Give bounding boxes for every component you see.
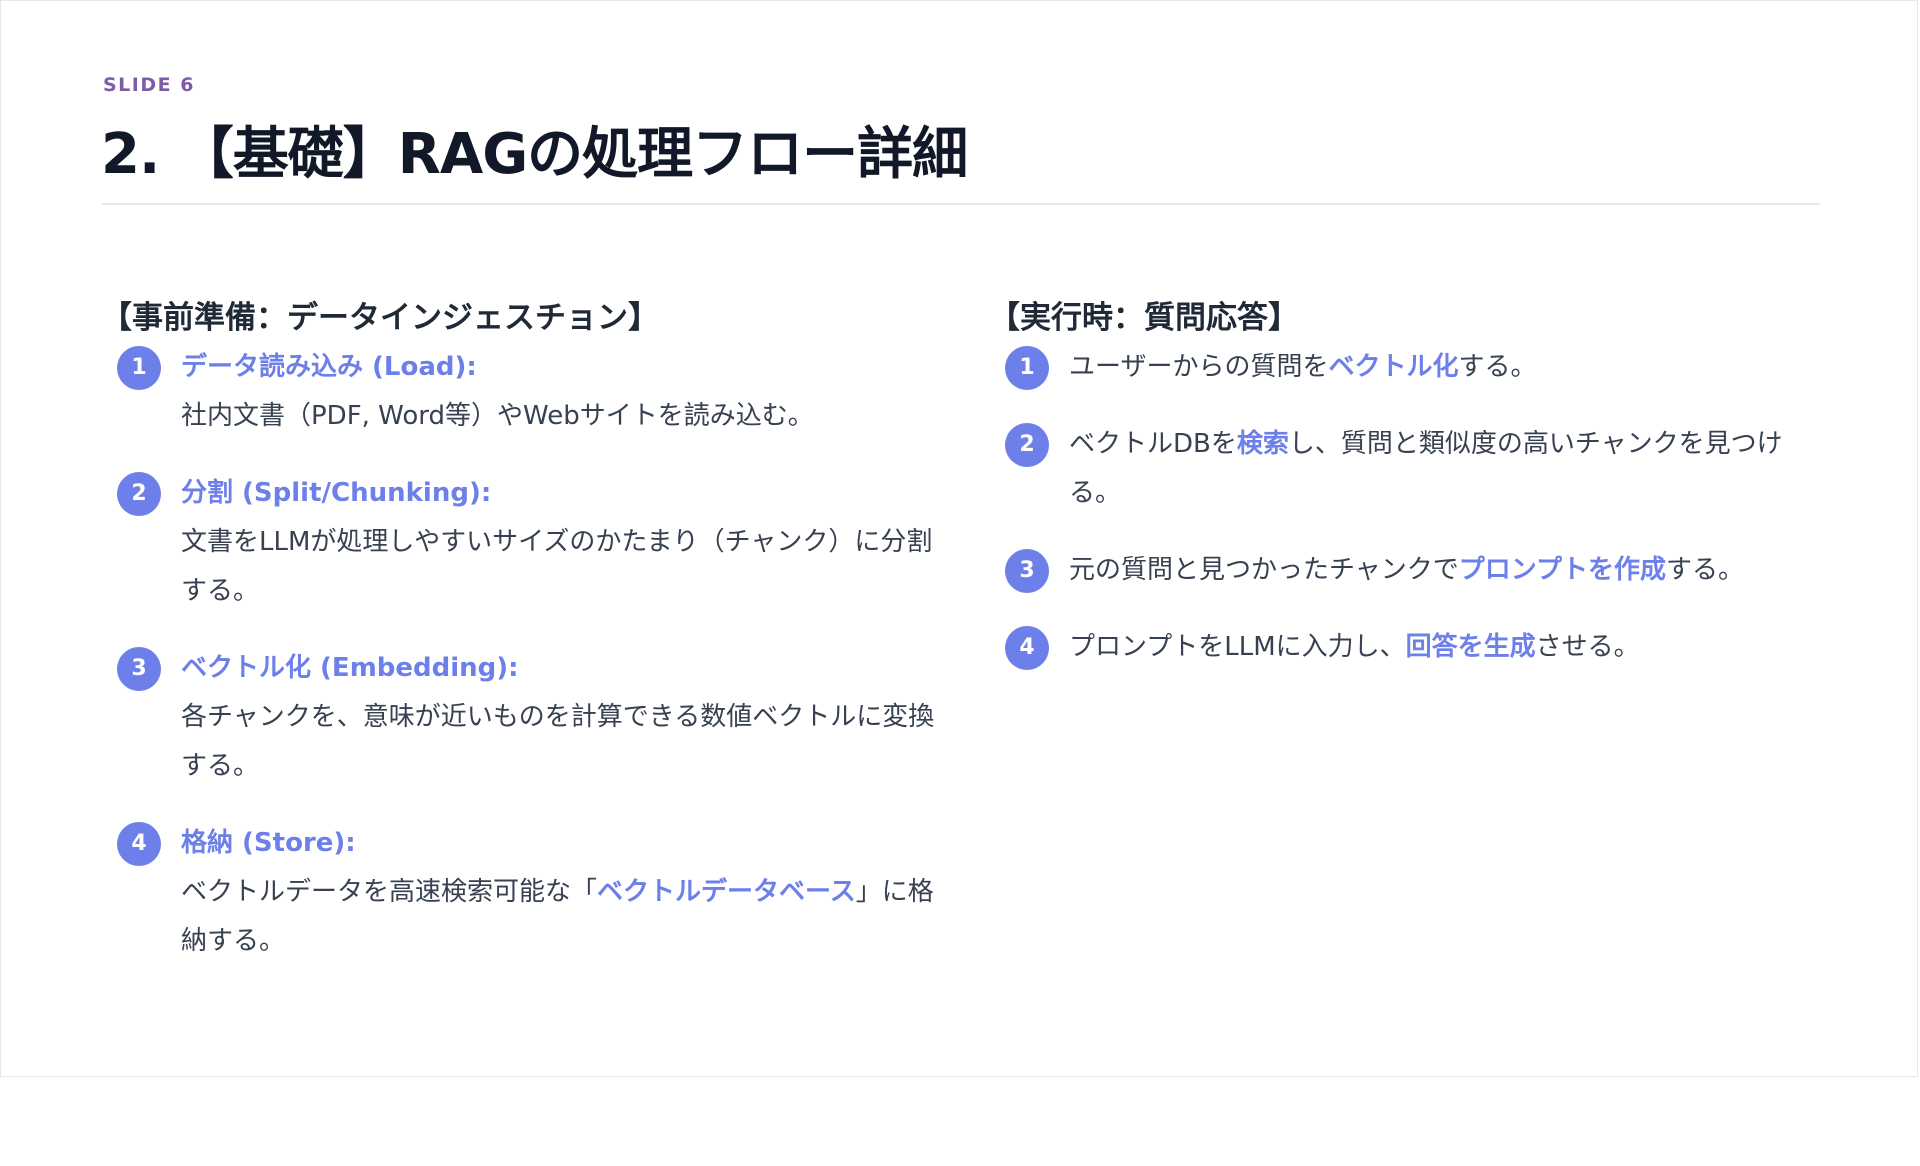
step-description: ベクトルデータを高速検索可能な「ベクトルデータベース」に格納する。 xyxy=(181,868,937,966)
step-number-badge: 4 xyxy=(117,822,161,866)
step-description: 各チャンクを、意味が近いものを計算できる数値ベクトルに変換する。 xyxy=(181,702,935,781)
step-text: プロンプトをLLMに入力し、 xyxy=(1069,632,1406,662)
step-text: ユーザーからの質問を xyxy=(1069,352,1329,382)
ingestion-step-3: 3 ベクトル化 (Embedding): 各チャンクを、意味が近いものを計算でき… xyxy=(107,644,937,791)
step-number-badge: 3 xyxy=(117,647,161,691)
qa-column: 【実行時：質問応答】 1 ユーザーからの質問をベクトル化する。 2 ベクトルDB… xyxy=(989,293,1825,700)
step-number-badge: 2 xyxy=(1005,423,1049,467)
step-number-badge: 1 xyxy=(117,346,161,390)
ingestion-step-2: 2 分割 (Split/Chunking): 文書をLLMが処理しやすいサイズの… xyxy=(107,469,937,616)
step-highlight: 検索 xyxy=(1236,429,1289,459)
step-number-badge: 2 xyxy=(117,472,161,516)
step-title: 分割 (Split/Chunking): xyxy=(181,478,492,508)
step-number-badge: 3 xyxy=(1005,549,1049,593)
slide: SLIDE 6 2. 【基礎】RAGの処理フロー詳細 【事前準備：データインジェ… xyxy=(0,0,1918,1077)
ingestion-step-1: 1 データ読み込み (Load): 社内文書（PDF, Word等）やWebサイ… xyxy=(107,343,937,441)
step-description-text: ベクトルデータを高速検索可能な「 xyxy=(181,877,598,907)
step-text: ベクトルDBを xyxy=(1069,429,1237,459)
step-text: する。 xyxy=(1665,555,1744,585)
step-description: プロンプトをLLMに入力し、回答を生成させる。 xyxy=(1069,623,1825,672)
qa-step-1: 1 ユーザーからの質問をベクトル化する。 xyxy=(995,343,1825,392)
ingestion-column: 【事前準備：データインジェスチョン】 1 データ読み込み (Load): 社内文… xyxy=(101,293,937,994)
step-text: 元の質問と見つかったチャンクで xyxy=(1069,555,1459,585)
step-description: 文書をLLMが処理しやすいサイズのかたまり（チャンク）に分割する。 xyxy=(181,527,933,606)
step-description: ベクトルDBを検索し、質問と類似度の高いチャンクを見つける。 xyxy=(1069,420,1825,518)
vector-database-highlight: ベクトルデータベース xyxy=(597,877,856,907)
ingestion-heading: 【事前準備：データインジェスチョン】 xyxy=(101,300,659,336)
step-number-badge: 1 xyxy=(1005,346,1049,390)
qa-step-3: 3 元の質問と見つかったチャンクでプロンプトを作成する。 xyxy=(995,546,1825,595)
qa-heading: 【実行時：質問応答】 xyxy=(989,300,1299,336)
step-highlight: 回答を生成 xyxy=(1405,632,1536,662)
ingestion-step-4: 4 格納 (Store): ベクトルデータを高速検索可能な「ベクトルデータベース… xyxy=(107,819,937,966)
step-title: データ読み込み (Load): xyxy=(181,352,477,382)
title-divider xyxy=(102,203,1820,205)
step-highlight: ベクトル化 xyxy=(1328,352,1459,382)
step-title: ベクトル化 (Embedding): xyxy=(181,653,519,683)
step-text: する。 xyxy=(1458,352,1537,382)
slide-title: 2. 【基礎】RAGの処理フロー詳細 xyxy=(101,122,968,187)
step-description: 元の質問と見つかったチャンクでプロンプトを作成する。 xyxy=(1069,546,1825,595)
step-number-badge: 4 xyxy=(1005,626,1049,670)
slide-number-label: SLIDE 6 xyxy=(103,74,195,96)
step-title: 格納 (Store): xyxy=(181,828,356,858)
step-text: させる。 xyxy=(1535,632,1640,662)
qa-step-2: 2 ベクトルDBを検索し、質問と類似度の高いチャンクを見つける。 xyxy=(995,420,1825,518)
step-description: ユーザーからの質問をベクトル化する。 xyxy=(1069,343,1825,392)
step-description: 社内文書（PDF, Word等）やWebサイトを読み込む。 xyxy=(181,401,814,431)
qa-step-4: 4 プロンプトをLLMに入力し、回答を生成させる。 xyxy=(995,623,1825,672)
step-highlight: プロンプトを作成 xyxy=(1458,555,1666,585)
